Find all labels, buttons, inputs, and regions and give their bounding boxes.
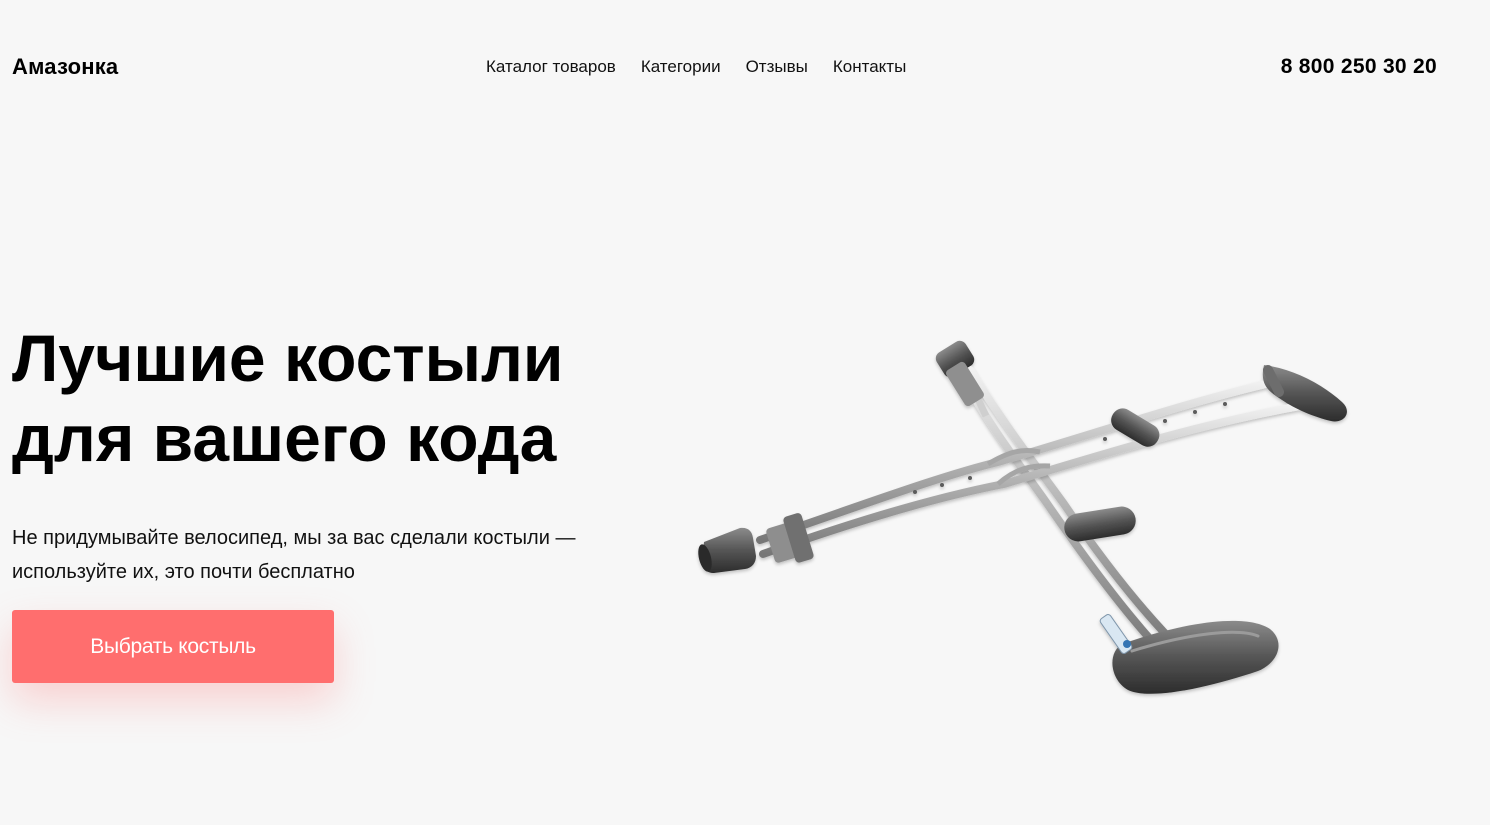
nav-link-catalog[interactable]: Каталог товаров	[486, 57, 616, 77]
hero-title: Лучшие костыли для вашего кода	[12, 318, 652, 478]
hero-title-line-1: Лучшие костыли	[12, 321, 564, 395]
nav-link-reviews[interactable]: Отзывы	[746, 57, 808, 77]
main-nav: Каталог товаров Категории Отзывы Контакт…	[486, 57, 931, 77]
hero-description-line-1: Не придумывайте велосипед, мы за вас сде…	[12, 527, 576, 549]
crutches-image	[698, 340, 1347, 694]
hero-description: Не придумывайте велосипед, мы за вас сде…	[12, 521, 642, 589]
choose-crutch-button[interactable]: Выбрать костыль	[12, 610, 334, 683]
logo[interactable]: Амазонка	[12, 54, 118, 80]
nav-link-contacts[interactable]: Контакты	[833, 57, 906, 77]
nav-link-categories[interactable]: Категории	[641, 57, 721, 77]
site-header: Амазонка Каталог товаров Категории Отзыв…	[0, 0, 1490, 135]
hero-description-line-2: используйте их, это почти бесплатно	[12, 561, 355, 583]
phone-number[interactable]: 8 800 250 30 20	[1281, 55, 1437, 79]
hero-title-line-2: для вашего кода	[12, 401, 557, 475]
